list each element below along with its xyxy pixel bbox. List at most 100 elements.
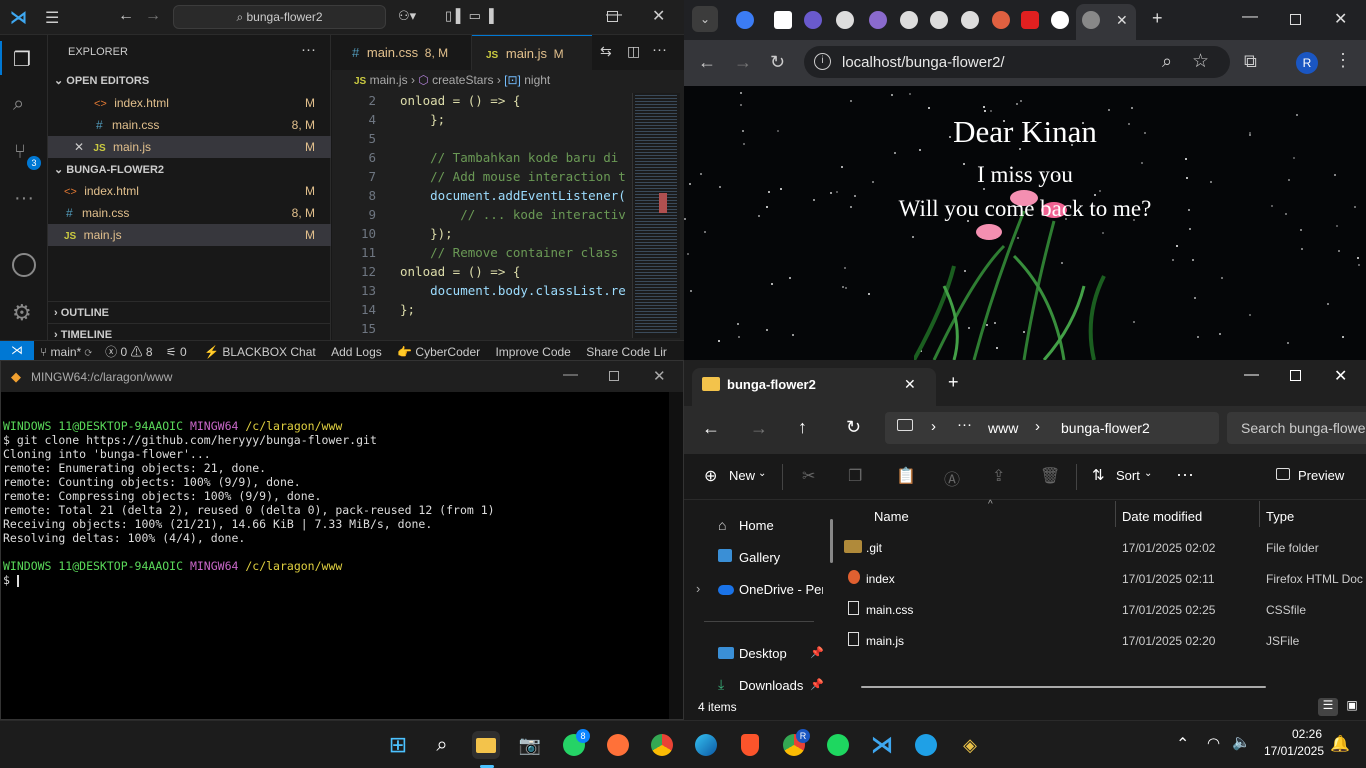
zoom-icon[interactable]: ⌕ xyxy=(1162,51,1172,72)
preview-button[interactable]: Preview xyxy=(1298,468,1344,483)
vscode-icon[interactable]: ⋊ xyxy=(868,731,896,759)
close-button[interactable]: ✕ xyxy=(1334,9,1347,29)
firefox-icon[interactable] xyxy=(604,731,632,759)
forward-arrow-icon[interactable]: → xyxy=(734,52,752,73)
more-options-icon[interactable]: ··· xyxy=(1176,464,1194,485)
chevron-up-icon[interactable]: ⌃ xyxy=(1176,734,1189,754)
address-breadcrumb[interactable]: › ··· www › bunga-flower2 xyxy=(885,412,1219,444)
paste-icon[interactable]: 📋 xyxy=(896,466,916,486)
split-editor-icon[interactable]: ◫ xyxy=(627,43,640,60)
search-icon[interactable]: ⌕ xyxy=(428,731,456,759)
info-icon[interactable]: i xyxy=(814,53,831,70)
menu-dots-icon[interactable]: ⋮ xyxy=(1334,50,1352,71)
column-header-type[interactable]: Type xyxy=(1266,509,1294,524)
spotify-icon[interactable] xyxy=(824,731,852,759)
open-editor-item[interactable]: <> index.html M xyxy=(48,92,331,114)
sync-icon[interactable]: ⟳ xyxy=(85,345,92,359)
up-arrow-icon[interactable]: ↑ xyxy=(798,417,807,438)
nav-desktop[interactable]: Desktop xyxy=(739,646,787,661)
nav-home[interactable]: Home xyxy=(739,518,774,533)
file-explorer-taskbar-icon[interactable] xyxy=(472,731,500,759)
bookmark-star-icon[interactable]: ☆ xyxy=(1192,50,1209,73)
tab-main-js[interactable]: JS main.js M xyxy=(472,35,592,70)
nav-downloads[interactable]: Downloads xyxy=(739,678,803,693)
close-tab-icon[interactable]: ✕ xyxy=(904,376,916,393)
new-button[interactable]: New xyxy=(729,468,755,483)
minimize-button[interactable]: — xyxy=(563,366,578,383)
github-icon[interactable] xyxy=(836,11,854,29)
clock-date[interactable]: 17/01/2025 xyxy=(1258,744,1324,758)
branch-label[interactable]: main* xyxy=(51,345,82,359)
file-row[interactable]: .git 17/01/2025 02:02 File folder xyxy=(842,534,1366,562)
delete-icon[interactable]: 🗑 xyxy=(1040,466,1060,486)
minimize-button[interactable]: — xyxy=(1242,8,1258,26)
back-arrow-icon[interactable]: ← xyxy=(698,52,716,73)
wifi-icon[interactable]: ◠ xyxy=(1207,734,1220,752)
terminal-output[interactable]: WINDOWS 11@DESKTOP-94AAOIC MINGW64 /c/la… xyxy=(3,405,495,615)
copy-icon[interactable]: ❐ xyxy=(848,466,862,486)
sort-button[interactable]: Sort xyxy=(1116,468,1140,483)
input-line[interactable]: $ xyxy=(3,573,495,587)
outline-header[interactable]: › OUTLINE xyxy=(48,301,331,323)
clock-time[interactable]: 02:26 xyxy=(1260,727,1322,741)
menu-icon[interactable]: ☰ xyxy=(45,8,59,28)
file-tree-item[interactable]: <> index.html M xyxy=(48,180,331,202)
profile-avatar[interactable]: R xyxy=(1296,52,1318,74)
volume-icon[interactable]: 🔈 xyxy=(1232,733,1251,751)
pin-icon[interactable]: 📌 xyxy=(810,678,824,691)
minimize-button[interactable]: — xyxy=(1244,366,1259,383)
camera-icon[interactable]: 📷 xyxy=(516,731,544,759)
brave-icon[interactable] xyxy=(736,731,764,759)
forward-arrow-icon[interactable]: → xyxy=(145,7,161,25)
cut-icon[interactable]: ✂ xyxy=(802,466,815,486)
nav-gallery[interactable]: Gallery xyxy=(739,550,780,565)
search-view-icon[interactable]: ⌕ xyxy=(13,93,24,116)
column-header-name[interactable]: Name xyxy=(874,509,909,524)
refresh-icon[interactable]: ↻ xyxy=(846,417,861,438)
google-icon[interactable] xyxy=(1051,11,1069,29)
close-tab-icon[interactable]: ✕ xyxy=(1116,12,1128,29)
url-text[interactable]: localhost/bunga-flower2/ xyxy=(842,54,1005,71)
new-plus-icon[interactable]: ⊕ xyxy=(704,466,717,486)
open-editors-header[interactable]: ⌄ OPEN EDITORS xyxy=(48,70,331,92)
maximize-button[interactable] xyxy=(1290,14,1301,25)
forward-arrow-icon[interactable]: → xyxy=(750,418,768,439)
chrome-icon[interactable] xyxy=(648,731,676,759)
layout-icons[interactable]: ▯ ▌ ▭ ▐ xyxy=(445,8,494,24)
tab-main-css[interactable]: # main.css 8, M xyxy=(332,35,472,70)
chevron-right-icon[interactable]: › xyxy=(696,581,700,596)
details-view-icon[interactable]: ☰ xyxy=(1318,698,1338,716)
laragon-icon[interactable]: ◈ xyxy=(956,731,984,759)
breadcrumb-www[interactable]: www xyxy=(988,420,1018,436)
active-tab[interactable]: ✕ xyxy=(1076,4,1136,40)
new-tab-icon[interactable]: + xyxy=(948,372,959,393)
more-icon[interactable]: ··· xyxy=(957,416,972,433)
file-row[interactable]: main.css 17/01/2025 02:25 CSSfile xyxy=(842,596,1366,624)
maximize-button[interactable] xyxy=(609,371,619,381)
more-actions-icon[interactable]: ··· xyxy=(652,41,667,58)
maximize-button[interactable] xyxy=(607,11,618,22)
breadcrumb-folder[interactable]: bunga-flower2 xyxy=(1061,420,1150,436)
tab-icon[interactable] xyxy=(804,11,822,29)
tab-icon[interactable] xyxy=(869,11,887,29)
settings-gear-icon[interactable]: ⚙ xyxy=(12,300,32,326)
open-editor-item-active[interactable]: ✕ JS main.js M xyxy=(48,136,331,158)
notification-bell-icon[interactable]: 🔔 xyxy=(1330,734,1350,754)
github-icon[interactable] xyxy=(961,11,979,29)
copilot-icon[interactable]: ⚇▾ xyxy=(398,8,416,24)
scrollbar[interactable] xyxy=(669,392,683,719)
minimap[interactable] xyxy=(632,93,680,338)
horizontal-scrollbar[interactable] xyxy=(861,686,1266,688)
file-tree-item[interactable]: # main.css 8, M xyxy=(48,202,331,224)
share-icon[interactable]: ⇪ xyxy=(992,466,1005,486)
tab-icon[interactable] xyxy=(992,11,1010,29)
edge-icon[interactable] xyxy=(692,731,720,759)
more-icon[interactable]: ··· xyxy=(14,187,34,210)
back-arrow-icon[interactable]: ← xyxy=(118,7,134,25)
youtube-icon[interactable] xyxy=(1021,11,1039,29)
code-editor[interactable]: 2 onload = () => {4 }; 5 6 // Tambahkan kod… xyxy=(332,93,632,340)
tiles-view-icon[interactable]: ▣ xyxy=(1342,698,1362,716)
command-center-search[interactable]: ⌕ bunga-flower2 xyxy=(173,5,386,29)
nav-onedrive[interactable]: OneDrive - Perso xyxy=(739,582,823,597)
extensions-icon[interactable]: ⧉ xyxy=(1244,51,1257,72)
